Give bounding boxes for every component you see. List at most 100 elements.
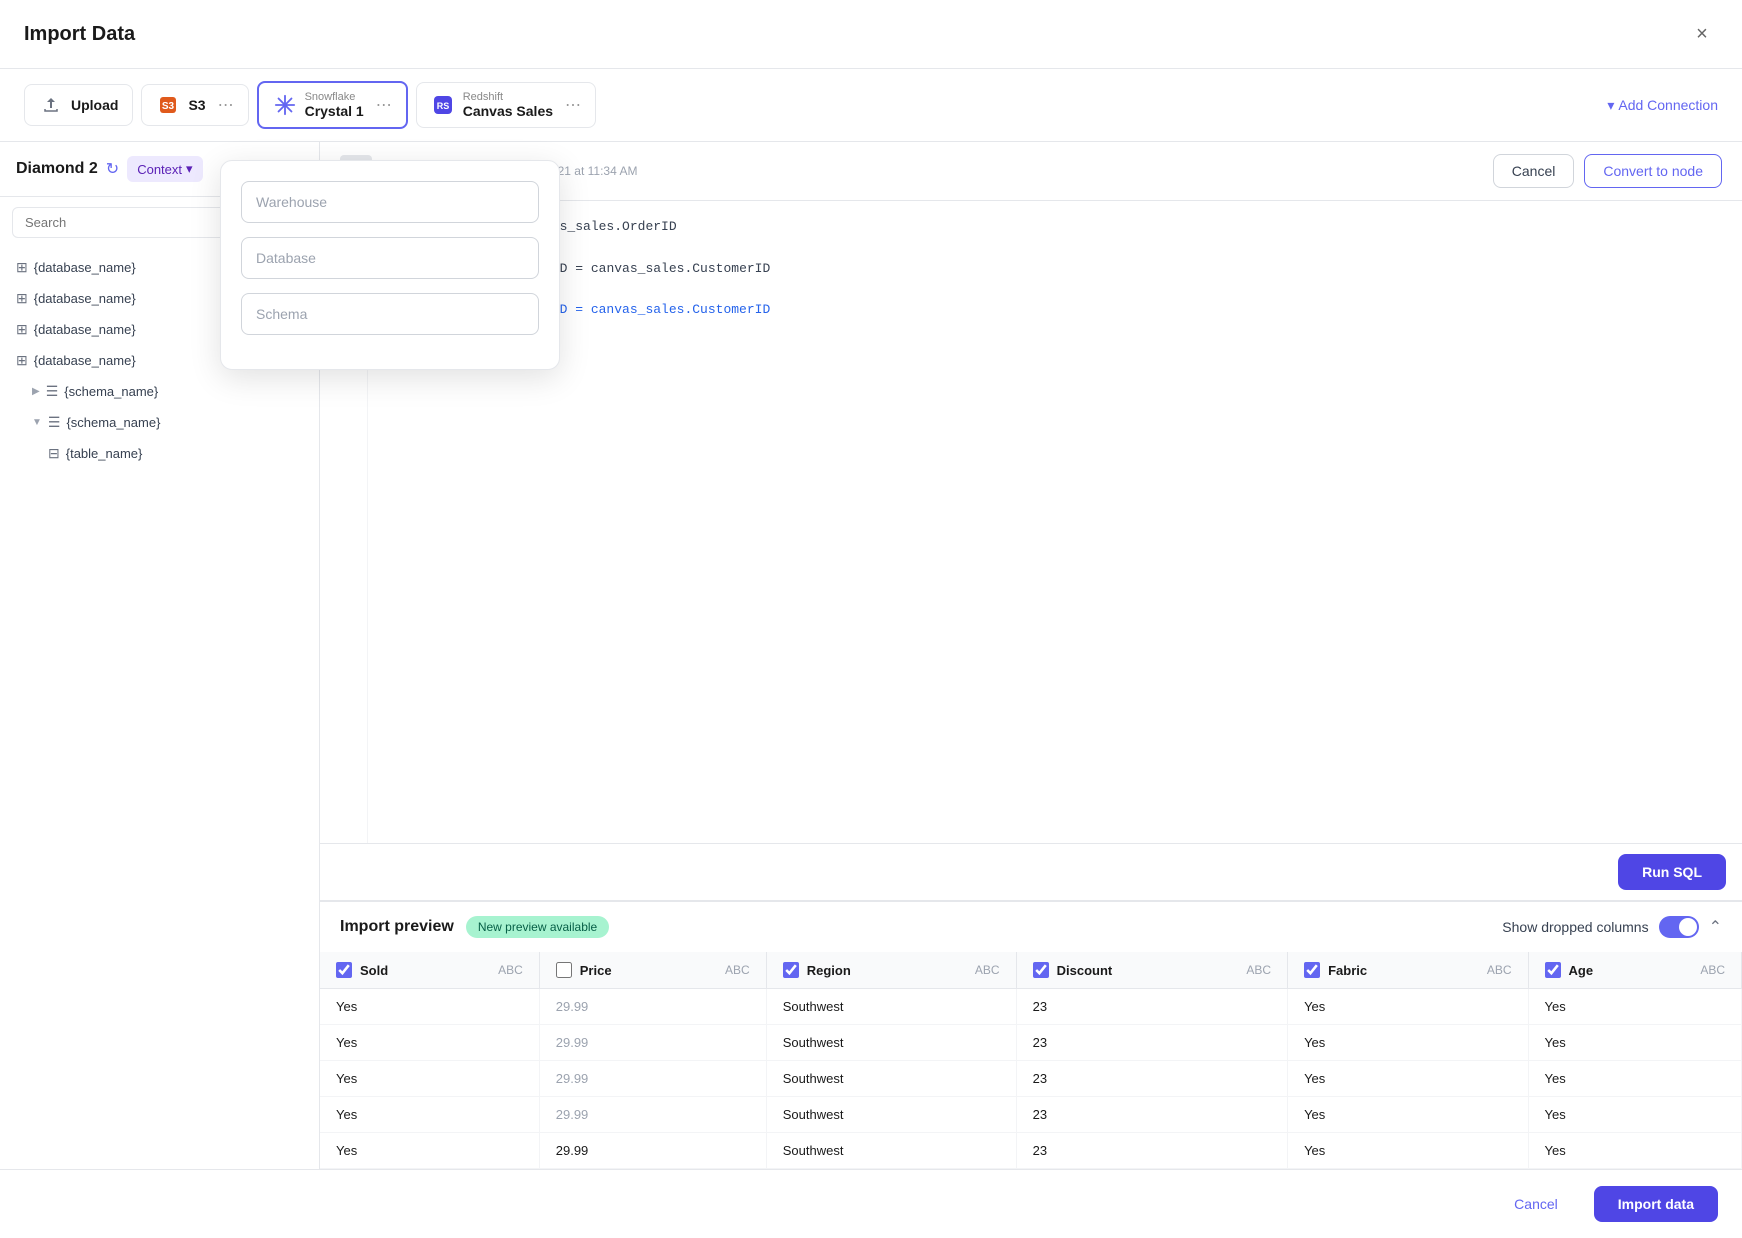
s3-icon: S3	[156, 93, 180, 117]
tree-items: ⊞ {database_name} ⊞ {database_name} ⊞ {d…	[0, 248, 319, 1169]
col-header-region[interactable]: Region ABC	[766, 952, 1016, 989]
context-chevron: ▾	[186, 161, 193, 177]
sql-code[interactable]: 20.CustomerName, canvas_sales.OrderID ON…	[368, 201, 1742, 843]
database-input[interactable]	[241, 237, 539, 279]
svg-text:RS: RS	[436, 101, 449, 111]
conn-tab-upload[interactable]: Upload	[24, 84, 133, 126]
conn-tab-s3[interactable]: S3 S3 ⋯	[141, 84, 248, 126]
preview-badge: New preview available	[466, 916, 609, 938]
col-header-fabric[interactable]: Fabric ABC	[1288, 952, 1528, 989]
convert-to-node-button[interactable]: Convert to node	[1584, 154, 1722, 188]
tree-arrow-right: ▶	[32, 386, 40, 397]
cancel-button[interactable]: Cancel	[1493, 154, 1575, 188]
schema-input[interactable]	[241, 293, 539, 335]
upload-label: Upload	[71, 97, 118, 113]
table-cell: Yes	[320, 1133, 539, 1169]
collapse-icon[interactable]: ⌃	[1709, 917, 1722, 937]
col-check-age[interactable]	[1545, 962, 1561, 978]
schema-icon: ☰	[48, 414, 61, 431]
footer-cancel-button[interactable]: Cancel	[1490, 1186, 1582, 1222]
sql-line-13: 20.CustomerName, canvas_sales.OrderID	[388, 217, 1722, 238]
s3-label: S3	[188, 97, 205, 113]
context-dropdown[interactable]: Context ▾	[127, 156, 202, 182]
snowflake-sub: Snowflake	[305, 91, 364, 103]
col-header-price[interactable]: Price ABC	[539, 952, 766, 989]
col-name-fabric: Fabric	[1328, 963, 1367, 978]
add-conn-chevron: ▾	[1607, 97, 1614, 114]
show-dropped-columns-toggle[interactable]	[1659, 916, 1699, 938]
warehouse-field	[241, 181, 539, 223]
toggle-knob	[1679, 918, 1697, 936]
col-check-price[interactable]	[556, 962, 572, 978]
tree-item-table[interactable]: ⊟ {table_name}	[0, 438, 319, 469]
conn-tab-snowflake[interactable]: Snowflake Crystal 1 ⋯	[257, 81, 408, 129]
table-cell: 29.99	[539, 1025, 766, 1061]
add-connection-button[interactable]: ▾ Add Connection	[1607, 97, 1718, 114]
table-row: Yes29.99Southwest23YesYes	[320, 1025, 1742, 1061]
col-name-price: Price	[580, 963, 612, 978]
redshift-sub: Redshift	[463, 91, 553, 103]
run-sql-button[interactable]: Run SQL	[1618, 854, 1726, 890]
snowflake-dots[interactable]: ⋯	[376, 95, 392, 115]
table-cell: Southwest	[766, 1061, 1016, 1097]
modal-footer: Cancel Import data	[0, 1169, 1742, 1238]
table-cell: Yes	[1528, 1133, 1741, 1169]
col-check-fabric[interactable]	[1304, 962, 1320, 978]
tree-item-label: {database_name}	[34, 322, 136, 337]
tree-item-schema-expanded[interactable]: ▼ ☰ {schema_name}	[0, 407, 319, 438]
redshift-tab-text: Redshift Canvas Sales	[463, 91, 553, 119]
col-name-region: Region	[807, 963, 851, 978]
redshift-dots[interactable]: ⋯	[565, 95, 581, 115]
db-icon: ⊞	[16, 321, 28, 338]
col-check-discount[interactable]	[1033, 962, 1049, 978]
context-popup	[220, 160, 560, 370]
col-header-discount[interactable]: Discount ABC	[1016, 952, 1287, 989]
table-row: Yes29.99Southwest23YesYes	[320, 1097, 1742, 1133]
col-type-age: ABC	[1700, 963, 1725, 977]
db-icon: ⊞	[16, 352, 28, 369]
table-cell: Yes	[1528, 1025, 1741, 1061]
col-type-sold: ABC	[498, 963, 523, 977]
tree-item-schema-collapsed[interactable]: ▶ ☰ {schema_name}	[0, 376, 319, 407]
tree-item-label: {schema_name}	[64, 384, 158, 399]
table-cell: 29.99	[539, 1097, 766, 1133]
table-cell: Southwest	[766, 1025, 1016, 1061]
modal-header: Import Data ×	[0, 0, 1742, 69]
table-row: Yes29.99Southwest23YesYes	[320, 1133, 1742, 1169]
table-cell: Yes	[1288, 1061, 1528, 1097]
col-check-sold[interactable]	[336, 962, 352, 978]
col-header-sold[interactable]: Sold ABC	[320, 952, 539, 989]
refresh-icon[interactable]: ↻	[106, 159, 119, 179]
toggle-label: Show dropped columns	[1502, 919, 1648, 935]
col-type-price: ABC	[725, 963, 750, 977]
table-cell: Yes	[1288, 1133, 1528, 1169]
preview-title: Import preview	[340, 918, 454, 936]
s3-dots[interactable]: ⋯	[218, 95, 234, 115]
sql-line-15: ON Customers.CustomerID = canvas_sales.C…	[388, 259, 1722, 280]
col-header-age[interactable]: Age ABC	[1528, 952, 1741, 989]
table-cell: Yes	[1528, 1097, 1741, 1133]
panel-title: Diamond 2	[16, 160, 98, 178]
database-field	[241, 237, 539, 279]
add-conn-label: Add Connection	[1618, 97, 1718, 113]
col-check-region[interactable]	[783, 962, 799, 978]
conn-tab-redshift[interactable]: RS Redshift Canvas Sales ⋯	[416, 82, 596, 128]
editor-actions: Cancel Convert to node	[1493, 154, 1722, 188]
warehouse-input[interactable]	[241, 181, 539, 223]
close-button[interactable]: ×	[1686, 18, 1718, 50]
modal-title: Import Data	[24, 23, 1686, 46]
preview-table: Sold ABC Price ABC	[320, 952, 1742, 1169]
table-cell: Yes	[1288, 989, 1528, 1025]
import-data-modal: Import Data × Upload S3 S3 ⋯ Snowflake	[0, 0, 1742, 1238]
col-type-region: ABC	[975, 963, 1000, 977]
upload-icon	[39, 93, 63, 117]
context-label: Context	[137, 162, 182, 177]
redshift-name: Canvas Sales	[463, 103, 553, 119]
import-data-button[interactable]: Import data	[1594, 1186, 1718, 1222]
col-name-sold: Sold	[360, 963, 388, 978]
col-name-discount: Discount	[1057, 963, 1113, 978]
tree-item-label: {database_name}	[34, 260, 136, 275]
tree-item-label: {schema_name}	[66, 415, 160, 430]
table-cell: 23	[1016, 1025, 1287, 1061]
run-sql-bar: Run SQL	[320, 843, 1742, 900]
